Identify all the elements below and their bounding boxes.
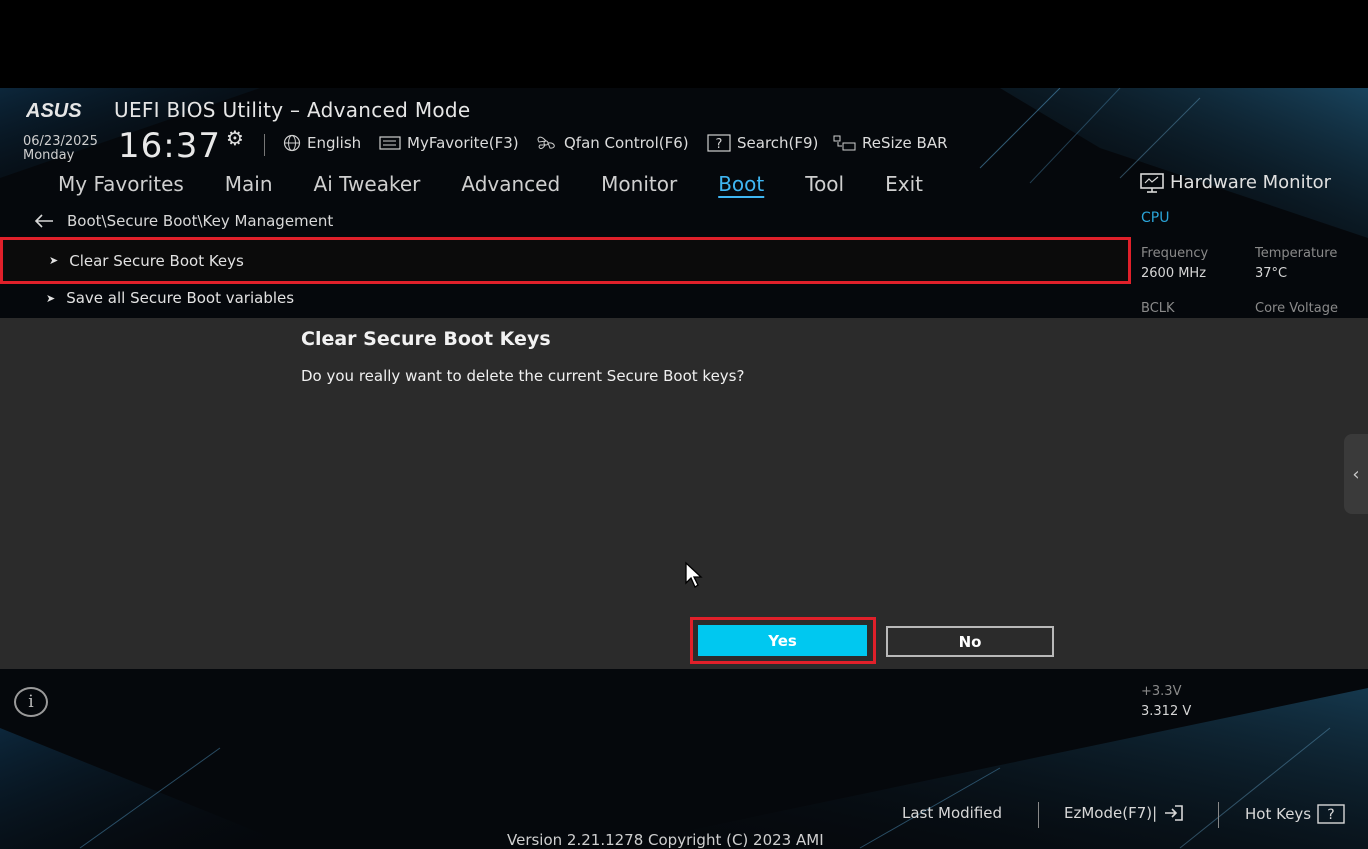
globe-icon — [283, 134, 301, 152]
language-button[interactable]: English — [281, 134, 361, 152]
svg-text:?: ? — [1327, 807, 1334, 823]
dialog-message: Do you really want to delete the current… — [301, 367, 745, 385]
myfavorite-button[interactable]: MyFavorite(F3) — [379, 134, 519, 152]
monitor-icon — [1140, 172, 1164, 193]
hotkeys-button[interactable]: Hot Keys ? — [1245, 804, 1345, 824]
ezmode-button[interactable]: EzMode(F7)| — [1064, 804, 1185, 822]
qfan-label: Qfan Control(F6) — [564, 134, 689, 152]
menu-item-label: Save all Secure Boot variables — [66, 289, 295, 307]
temperature-label: Temperature — [1255, 246, 1338, 261]
last-modified-button[interactable]: Last Modified — [902, 804, 1002, 822]
chevron-left-icon: ‹ — [1352, 463, 1360, 485]
clock: 16:37 — [118, 126, 221, 166]
tab-monitor[interactable]: Monitor — [601, 172, 677, 196]
cpu-section-title: CPU — [1141, 210, 1170, 226]
favorite-list-icon — [379, 136, 401, 150]
resize-bar-icon — [833, 135, 856, 151]
gear-icon[interactable]: ⚙ — [226, 126, 244, 150]
mouse-cursor-icon — [685, 561, 703, 588]
help-box-icon: ? — [1317, 804, 1345, 824]
fan-icon — [537, 136, 555, 149]
menu-item-clear-secure-boot-keys[interactable]: ➤ Clear Secure Boot Keys — [0, 237, 1131, 284]
tab-main[interactable]: Main — [225, 172, 273, 196]
tab-exit[interactable]: Exit — [885, 172, 923, 196]
core-voltage-label: Core Voltage — [1255, 301, 1338, 316]
ezmode-label: EzMode(F7)| — [1064, 804, 1158, 822]
asus-logo: ASUS — [26, 100, 82, 120]
svg-text:ASUS: ASUS — [26, 100, 82, 120]
bclk-label: BCLK — [1141, 301, 1175, 316]
tab-ai-tweaker[interactable]: Ai Tweaker — [314, 172, 421, 196]
arrow-right-icon: ➤ — [46, 291, 56, 305]
svg-text:?: ? — [716, 137, 723, 152]
tab-advanced[interactable]: Advanced — [461, 172, 560, 196]
tab-boot[interactable]: Boot — [718, 172, 764, 196]
tab-my-favorites[interactable]: My Favorites — [58, 172, 184, 196]
temperature-value: 37°C — [1255, 266, 1288, 281]
qfan-button[interactable]: Qfan Control(F6) — [534, 134, 689, 152]
language-label: English — [307, 134, 362, 152]
back-arrow-icon[interactable] — [34, 214, 54, 228]
app-title: UEFI BIOS Utility – Advanced Mode — [114, 98, 471, 122]
dialog-title: Clear Secure Boot Keys — [301, 328, 551, 350]
search-button[interactable]: ? Search(F9) — [707, 134, 818, 152]
myfavorite-label: MyFavorite(F3) — [407, 134, 519, 152]
footer-divider — [1038, 802, 1039, 828]
breadcrumb: Boot\Secure Boot\Key Management — [34, 212, 333, 230]
divider — [264, 134, 265, 156]
frequency-value: 2600 MHz — [1141, 266, 1207, 281]
last-modified-label: Last Modified — [902, 804, 1003, 822]
exit-arrow-icon — [1165, 805, 1183, 821]
menu-item-label: Clear Secure Boot Keys — [69, 251, 244, 270]
resizebar-label: ReSize BAR — [862, 134, 948, 152]
confirm-dialog: Clear Secure Boot Keys Do you really wan… — [0, 318, 1368, 669]
hardware-monitor-title: Hardware Monitor — [1140, 172, 1331, 193]
resizebar-button[interactable]: ReSize BAR — [832, 134, 948, 152]
date-text: 06/23/2025 — [23, 134, 98, 149]
footer-divider — [1218, 802, 1219, 828]
main-tabs: My Favorites Main Ai Tweaker Advanced Mo… — [58, 172, 964, 196]
date-display: 06/23/2025 Monday — [23, 135, 98, 163]
menu-item-save-secure-boot-variables[interactable]: ➤ Save all Secure Boot variables — [0, 278, 1131, 318]
search-label: Search(F9) — [737, 134, 819, 152]
info-icon[interactable]: i — [14, 687, 48, 717]
frequency-label: Frequency — [1141, 246, 1209, 261]
hardware-monitor-label: Hardware Monitor — [1170, 172, 1332, 193]
v33-value: 3.312 V — [1141, 704, 1192, 719]
v33-label: +3.3V — [1141, 684, 1182, 699]
version-text: Version 2.21.1278 Copyright (C) 2023 AMI — [507, 831, 824, 849]
yes-button[interactable]: Yes — [698, 625, 867, 656]
tab-tool[interactable]: Tool — [805, 172, 844, 196]
breadcrumb-path: Boot\Secure Boot\Key Management — [67, 212, 334, 230]
weekday-text: Monday — [23, 148, 75, 163]
no-button[interactable]: No — [886, 626, 1054, 657]
arrow-right-icon: ➤ — [49, 254, 59, 267]
panel-collapse-handle[interactable]: ‹ — [1344, 434, 1368, 514]
search-help-icon: ? — [707, 134, 731, 152]
hotkeys-label: Hot Keys — [1245, 805, 1312, 823]
bios-screen: ASUS UEFI BIOS Utility – Advanced Mode 0… — [0, 88, 1368, 849]
